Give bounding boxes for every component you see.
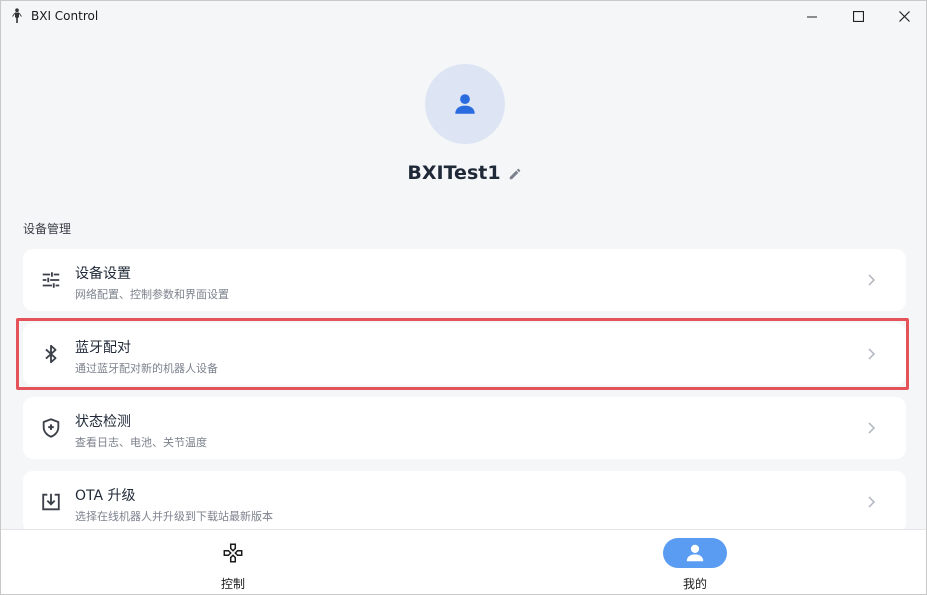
- card-subtitle: 通过蓝牙配对新的机器人设备: [75, 362, 218, 375]
- nav-icon-container: [663, 538, 727, 568]
- person-icon: [686, 544, 704, 562]
- card-subtitle: 选择在线机器人并升级到下载站最新版本: [75, 510, 273, 523]
- minimize-button[interactable]: [789, 1, 835, 32]
- robot-figure-icon: [12, 8, 22, 23]
- username-row: BXITest1: [1, 159, 926, 187]
- card-device-settings[interactable]: 设备设置 网络配置、控制参数和界面设置: [23, 249, 906, 311]
- nav-label: 控制: [220, 577, 245, 591]
- title-bar: BXI Control: [1, 1, 926, 32]
- gamepad-icon: [223, 543, 243, 563]
- maximize-button[interactable]: [835, 1, 881, 32]
- shield-plus-icon: [42, 418, 60, 438]
- avatar[interactable]: [425, 64, 505, 144]
- chevron-right-icon: [868, 274, 876, 286]
- card-subtitle: 网络配置、控制参数和界面设置: [75, 288, 229, 301]
- nav-item-control[interactable]: 控制: [173, 530, 293, 594]
- bluetooth-icon: [45, 344, 57, 364]
- card-ota-upgrade[interactable]: OTA 升级 选择在线机器人并升级到下载站最新版本: [23, 471, 906, 533]
- maximize-icon: [852, 11, 864, 22]
- section-label: 设备管理: [23, 222, 72, 236]
- card-title: OTA 升级: [75, 488, 136, 504]
- nav-item-mine[interactable]: 我的: [635, 530, 755, 594]
- nav-icon-container: [201, 538, 265, 568]
- card-title: 设备设置: [75, 266, 131, 282]
- minimize-icon: [807, 16, 817, 17]
- download-box-icon: [42, 493, 60, 511]
- card-title: 状态检测: [75, 414, 131, 430]
- username: BXITest1: [407, 162, 501, 184]
- bottom-nav: 控制 我的: [1, 529, 926, 594]
- card-status-check[interactable]: 状态检测 查看日志、电池、关节温度: [23, 397, 906, 459]
- chevron-right-icon: [868, 422, 876, 434]
- card-title: 蓝牙配对: [75, 340, 131, 356]
- person-icon: [455, 94, 475, 114]
- close-icon: [898, 11, 910, 22]
- window-title: BXI Control: [31, 9, 99, 23]
- app-window: BXI Control BXITest1 设备管理 设备设置 网络配置、控制参数…: [0, 0, 927, 595]
- pencil-icon[interactable]: [508, 167, 522, 181]
- card-subtitle: 查看日志、电池、关节温度: [75, 436, 207, 449]
- nav-label: 我的: [682, 577, 707, 591]
- card-bluetooth-pairing[interactable]: 蓝牙配对 通过蓝牙配对新的机器人设备: [23, 323, 906, 385]
- chevron-right-icon: [868, 348, 876, 360]
- sliders-icon: [42, 272, 60, 288]
- chevron-right-icon: [868, 496, 876, 508]
- close-button[interactable]: [881, 1, 926, 32]
